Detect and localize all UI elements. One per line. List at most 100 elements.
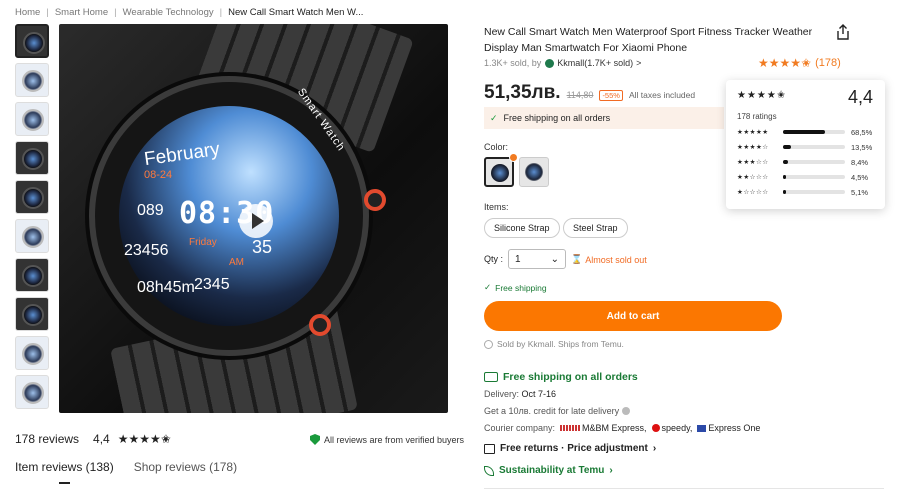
option-silicone-strap[interactable]: Silicone Strap bbox=[484, 218, 560, 238]
product-title: New Call Smart Watch Men Waterproof Spor… bbox=[484, 26, 813, 54]
thumbnail-image[interactable] bbox=[15, 258, 49, 292]
store-link[interactable]: Kkmall(1.7K+ sold) > bbox=[545, 58, 641, 68]
breadcrumb-separator: | bbox=[114, 7, 117, 18]
rating-row: ★★★☆☆ 8,4% bbox=[737, 157, 869, 167]
quantity-select[interactable]: 1 ⌄ bbox=[508, 249, 566, 269]
option-steel-strap[interactable]: Steel Strap bbox=[563, 218, 628, 238]
watch-calories: 2345 bbox=[194, 276, 230, 293]
rating-count: (178) bbox=[815, 57, 841, 69]
truck-icon bbox=[484, 372, 498, 382]
thumbnail-image[interactable] bbox=[15, 180, 49, 214]
rating-row: ★★★★☆ 13,5% bbox=[737, 142, 873, 152]
rating-bar-fill bbox=[783, 175, 786, 179]
watch-sleep: 08h45m bbox=[137, 279, 195, 296]
returns-link[interactable]: Free returns · Price adjustment › bbox=[484, 443, 656, 454]
review-tabs: Item reviews (138) Shop reviews (178) bbox=[15, 460, 237, 484]
shield-check-icon bbox=[310, 434, 320, 445]
rating-bar bbox=[783, 145, 845, 149]
add-to-cart-button[interactable]: Add to cart bbox=[484, 301, 782, 331]
free-shipping-note: ✓ Free shipping bbox=[484, 282, 547, 293]
rating-bar bbox=[783, 130, 845, 134]
thumbnail-image[interactable] bbox=[15, 63, 49, 97]
tab-item-reviews[interactable]: Item reviews (138) bbox=[15, 460, 114, 484]
late-credit: Get a 10лв. credit for late delivery bbox=[484, 406, 631, 416]
tab-shop-reviews[interactable]: Shop reviews (178) bbox=[134, 460, 237, 474]
express-one-logo-icon bbox=[697, 424, 707, 432]
thumbnail-image[interactable] bbox=[15, 375, 49, 409]
rating-bar bbox=[783, 175, 845, 179]
speedy-logo-icon bbox=[651, 424, 660, 432]
thumbnail-image[interactable] bbox=[15, 102, 49, 136]
mbm-logo-icon bbox=[560, 425, 581, 431]
store-name: Kkmall(1.7K+ sold) bbox=[557, 58, 634, 68]
play-video-icon[interactable] bbox=[239, 204, 273, 238]
thumbnail-image[interactable] bbox=[15, 336, 49, 370]
sustainability-link[interactable]: Sustainability at Temu › bbox=[484, 465, 613, 476]
watch-heart-rate: 089 bbox=[137, 202, 164, 219]
free-shipping-banner: ✓ Free shipping on all orders bbox=[484, 107, 724, 129]
breadcrumb-smart-home[interactable]: Smart Home bbox=[55, 7, 108, 18]
sustainability-text: Sustainability at Temu bbox=[499, 465, 605, 476]
popover-stars-icon: ★★★★✬ bbox=[737, 90, 787, 101]
watch-date-sub: 08-24 bbox=[144, 169, 173, 181]
thumbnail-strip bbox=[15, 24, 51, 414]
breadcrumb-home[interactable]: Home bbox=[15, 7, 40, 18]
rating-stars-icon: ★★★★✬ bbox=[758, 56, 812, 70]
rating-bar-fill bbox=[783, 190, 787, 194]
delivery-date: Oct 7-16 bbox=[521, 389, 557, 399]
rating-bar-fill bbox=[783, 145, 792, 149]
rating-bar bbox=[783, 160, 845, 164]
hot-badge-icon bbox=[509, 153, 518, 162]
items-label: Items: bbox=[484, 202, 509, 212]
courier-label: Courier company: bbox=[484, 423, 556, 433]
delivery-info: Delivery: Oct 7-16 bbox=[484, 389, 556, 399]
sold-by-text: Sold by Kkmall. Ships from Temu. bbox=[497, 339, 624, 349]
late-credit-text: Get a 10лв. credit for late delivery bbox=[484, 406, 620, 416]
thumbnail-image[interactable] bbox=[15, 297, 49, 331]
free-shipping-note-text: Free shipping bbox=[495, 282, 547, 293]
watch-day: Friday bbox=[189, 237, 217, 248]
breadcrumb: Home | Smart Home | Wearable Technology … bbox=[15, 7, 363, 18]
color-swatch-black[interactable] bbox=[484, 157, 514, 187]
rating-breakdown-popover: ★★★★✬ 4,4 178 ratings ★★★★★ 68,5% ★★★★☆ … bbox=[726, 80, 885, 209]
chevron-right-icon: › bbox=[652, 443, 657, 454]
thumbnail-image[interactable] bbox=[15, 141, 49, 175]
shipping-free-all[interactable]: Free shipping on all orders bbox=[484, 371, 638, 383]
check-icon: ✓ bbox=[490, 112, 498, 123]
verified-text: All reviews are from verified buyers bbox=[324, 434, 465, 445]
product-main-image[interactable]: Smart Watch February 08-24 089 08:30 35 … bbox=[59, 24, 448, 413]
thumbnail-image[interactable] bbox=[15, 219, 49, 253]
color-swatch-silver[interactable] bbox=[519, 157, 549, 187]
sold-by: Sold by Kkmall. Ships from Temu. bbox=[484, 339, 624, 349]
popover-count: 178 ratings bbox=[737, 112, 777, 121]
reviews-count: 178 reviews bbox=[15, 432, 80, 446]
delivery-label: Delivery: bbox=[484, 389, 520, 399]
watch-seconds: 35 bbox=[252, 237, 273, 257]
chevron-right-icon: › bbox=[609, 465, 613, 476]
sold-count: 1.3K+ sold, by bbox=[484, 58, 542, 68]
rating-bar-fill bbox=[783, 160, 789, 164]
check-icon: ✓ bbox=[484, 282, 492, 292]
leaf-icon bbox=[484, 465, 494, 476]
share-icon[interactable] bbox=[836, 24, 850, 40]
price-row: 51,35лв. 114,80 -55% All taxes included bbox=[484, 82, 695, 104]
shipping-free-all-text: Free shipping on all orders bbox=[503, 371, 638, 383]
breadcrumb-separator: | bbox=[46, 7, 49, 18]
original-price: 114,80 bbox=[566, 90, 594, 100]
help-icon[interactable] bbox=[622, 407, 631, 415]
watch-steps: 23456 bbox=[124, 242, 169, 259]
free-shipping-banner-text: Free shipping on all orders bbox=[503, 113, 611, 123]
returns-text: Free returns · Price adjustment bbox=[500, 443, 648, 454]
thumbnail-video[interactable] bbox=[15, 24, 49, 58]
watch-crown bbox=[309, 314, 331, 336]
breadcrumb-wearable[interactable]: Wearable Technology bbox=[123, 7, 214, 18]
divider bbox=[484, 488, 884, 489]
rating-summary[interactable]: ★★★★✬ (178) bbox=[758, 56, 841, 70]
rating-row: ★★☆☆☆ 4,5% bbox=[737, 172, 869, 182]
qty-label: Qty : bbox=[484, 254, 504, 264]
rating-bar bbox=[783, 190, 845, 194]
breadcrumb-separator: | bbox=[219, 7, 223, 18]
popover-average: 4,4 bbox=[847, 87, 873, 107]
reviews-summary: 178 reviews 4,4 ★★★★✬ bbox=[15, 432, 171, 446]
chevron-right-icon: > bbox=[636, 58, 642, 68]
